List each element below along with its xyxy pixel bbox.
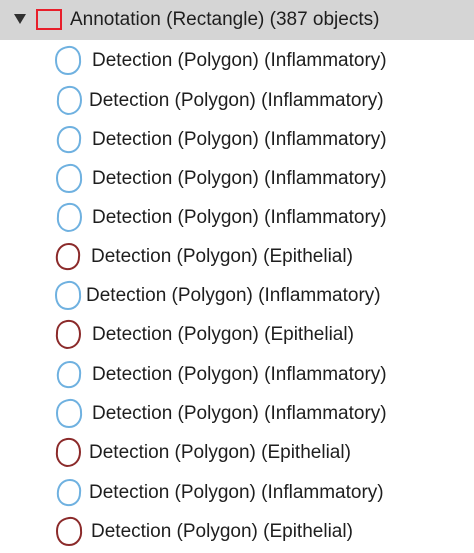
detection-label: Detection (Polygon) (Inflammatory) — [92, 129, 387, 150]
detection-label: Detection (Polygon) (Epithelial) — [92, 324, 354, 345]
polygon-detection-icon — [55, 163, 83, 194]
detection-row[interactable]: Detection (Polygon) (Inflammatory) — [0, 394, 474, 433]
detection-row[interactable]: Detection (Polygon) (Epithelial) — [0, 512, 474, 551]
detection-label: Detection (Polygon) (Inflammatory) — [92, 364, 387, 385]
polygon-detection-icon — [55, 242, 81, 271]
detection-label: Detection (Polygon) (Epithelial) — [91, 521, 353, 542]
annotation-rectangle-row[interactable]: Annotation (Rectangle) (387 objects) — [0, 0, 474, 40]
polygon-detection-icon — [55, 398, 83, 429]
detection-label: Detection (Polygon) (Inflammatory) — [92, 207, 387, 228]
expand-triangle-icon[interactable] — [14, 14, 26, 24]
polygon-detection-icon — [56, 478, 82, 507]
detection-label: Detection (Polygon) (Inflammatory) — [92, 168, 387, 189]
annotation-rectangle-label: Annotation (Rectangle) (387 objects) — [70, 9, 380, 30]
polygon-detection-icon — [54, 280, 82, 311]
detection-row[interactable]: Detection (Polygon) (Inflammatory) — [0, 159, 474, 198]
detection-row[interactable]: Detection (Polygon) (Inflammatory) — [0, 120, 474, 159]
detection-row[interactable]: Detection (Polygon) (Inflammatory) — [0, 276, 474, 315]
polygon-detection-icon — [56, 202, 83, 233]
detection-label: Detection (Polygon) (Epithelial) — [91, 246, 353, 267]
polygon-detection-icon — [54, 45, 82, 76]
detection-label: Detection (Polygon) (Inflammatory) — [89, 482, 384, 503]
detection-label: Detection (Polygon) (Inflammatory) — [92, 403, 387, 424]
polygon-detection-icon — [56, 85, 83, 116]
detection-label: Detection (Polygon) (Inflammatory) — [92, 50, 387, 71]
rectangle-annotation-icon — [36, 9, 62, 30]
detection-row[interactable]: Detection (Polygon) (Inflammatory) — [0, 473, 474, 512]
polygon-detection-icon — [55, 319, 82, 350]
detection-row[interactable]: Detection (Polygon) (Inflammatory) — [0, 81, 474, 120]
annotation-hierarchy-tree: Annotation (Rectangle) (387 objects) Det… — [0, 0, 474, 553]
detection-row[interactable]: Detection (Polygon) (Inflammatory) — [0, 41, 474, 80]
detection-row[interactable]: Detection (Polygon) (Epithelial) — [0, 237, 474, 276]
detection-row[interactable]: Detection (Polygon) (Inflammatory) — [0, 355, 474, 394]
detection-row[interactable]: Detection (Polygon) (Epithelial) — [0, 315, 474, 354]
detection-label: Detection (Polygon) (Epithelial) — [89, 442, 351, 463]
polygon-detection-icon — [55, 516, 83, 547]
polygon-detection-icon — [56, 125, 82, 154]
detection-row[interactable]: Detection (Polygon) (Inflammatory) — [0, 198, 474, 237]
polygon-detection-icon — [56, 360, 82, 389]
detection-label: Detection (Polygon) (Inflammatory) — [89, 90, 384, 111]
detection-label: Detection (Polygon) (Inflammatory) — [86, 285, 381, 306]
detection-row[interactable]: Detection (Polygon) (Epithelial) — [0, 433, 474, 472]
polygon-detection-icon — [55, 437, 82, 468]
